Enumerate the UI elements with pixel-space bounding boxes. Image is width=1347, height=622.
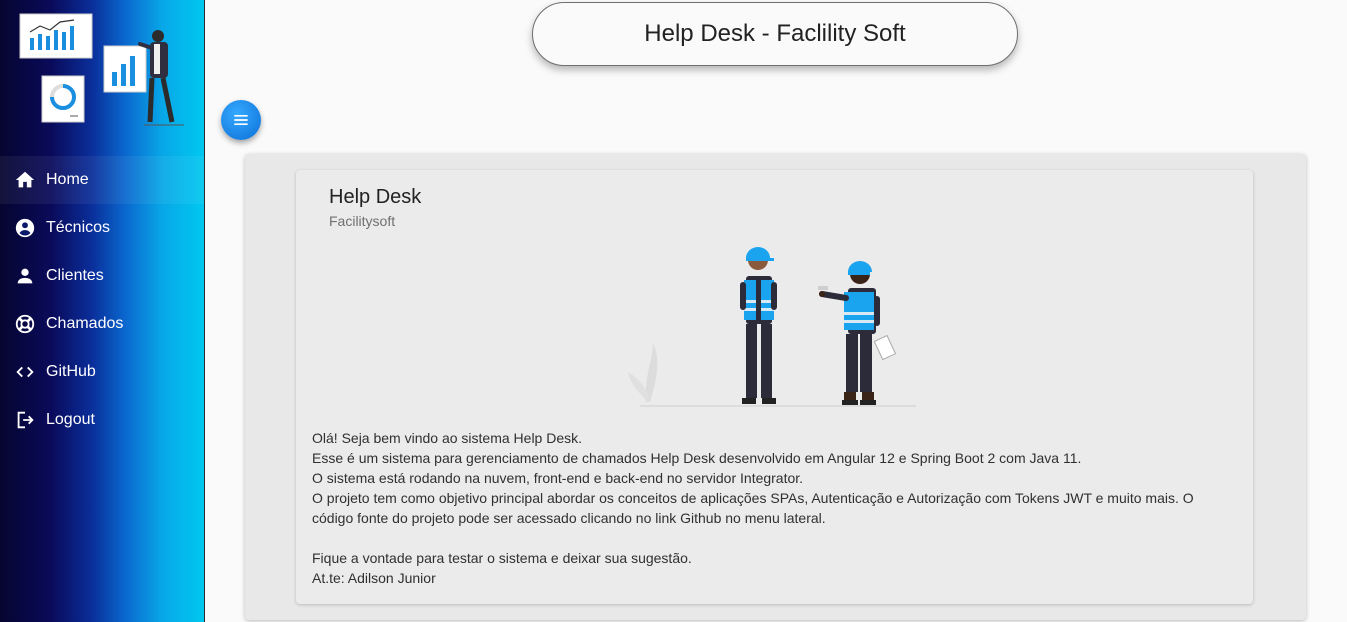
sidebar-item-clientes[interactable]: Clientes xyxy=(0,252,204,300)
welcome-line: Fique a vontade para testar o sistema e … xyxy=(312,550,692,566)
welcome-line: At.te: Adilson Junior xyxy=(312,570,436,586)
card-subtitle: Facilitysoft xyxy=(329,213,396,229)
workers-illustration xyxy=(626,242,926,410)
welcome-line xyxy=(312,528,1222,548)
sidebar-item-label: Clientes xyxy=(46,267,104,284)
welcome-line: O projeto tem como objetivo principal ab… xyxy=(312,490,1194,526)
page-title: Help Desk - Faclility Soft xyxy=(532,2,1018,66)
sidebar-item-github[interactable]: GitHub xyxy=(0,348,204,396)
welcome-card: Help Desk Facilitysoft Olá! Seja bem vin… xyxy=(296,170,1253,604)
person-icon xyxy=(14,265,36,287)
sidebar-item-label: GitHub xyxy=(46,363,96,380)
card-title: Help Desk xyxy=(329,186,422,208)
sidebar: Home Técnicos Clientes Chamados GitHub L… xyxy=(0,0,205,622)
welcome-line: Olá! Seja bem vindo ao sistema Help Desk… xyxy=(312,430,583,446)
sidebar-item-home[interactable]: Home xyxy=(0,156,204,204)
main-panel: Help Desk Facilitysoft Olá! Seja bem vin… xyxy=(245,154,1306,620)
welcome-line: Esse é um sistema para gerenciamento de … xyxy=(312,450,1082,466)
sidebar-item-tecnicos[interactable]: Técnicos xyxy=(0,204,204,252)
welcome-text: Olá! Seja bem vindo ao sistema Help Desk… xyxy=(312,428,1222,588)
home-icon xyxy=(14,169,36,191)
sidebar-item-label: Home xyxy=(46,171,89,188)
sidebar-item-label: Técnicos xyxy=(46,219,111,236)
account-circle-icon xyxy=(14,217,36,239)
sidebar-item-label: Chamados xyxy=(46,315,124,332)
logout-icon xyxy=(14,409,36,431)
sidebar-nav: Home Técnicos Clientes Chamados GitHub L… xyxy=(0,156,204,444)
menu-icon xyxy=(231,110,251,130)
sidebar-item-label: Logout xyxy=(46,411,95,428)
brand-illustration xyxy=(0,0,204,140)
sidebar-item-chamados[interactable]: Chamados xyxy=(0,300,204,348)
code-icon xyxy=(14,361,36,383)
lifebuoy-icon xyxy=(14,313,36,335)
menu-toggle-button[interactable] xyxy=(221,100,261,140)
welcome-line: O sistema está rodando na nuvem, front-e… xyxy=(312,470,804,486)
sidebar-item-logout[interactable]: Logout xyxy=(0,396,204,444)
